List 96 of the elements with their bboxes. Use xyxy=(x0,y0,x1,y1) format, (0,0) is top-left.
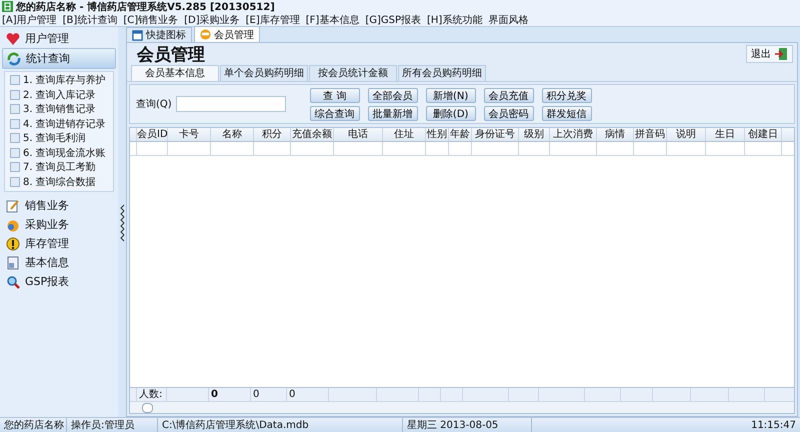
menu-item[interactable]: [A]用户管理 xyxy=(2,12,57,26)
column-header[interactable]: 积分 xyxy=(254,128,291,141)
sub-tab[interactable]: 按会员统计金额 xyxy=(309,65,397,81)
menu-item[interactable]: [G]GSP报表 xyxy=(365,12,422,26)
column-header[interactable]: 会员ID xyxy=(137,128,168,141)
column-header[interactable]: 充值余额 xyxy=(291,128,334,141)
column-header[interactable]: 电话 xyxy=(334,128,383,141)
sidebar-item[interactable]: 3. 查询销售记录 xyxy=(23,102,96,116)
window-title: 您的药店名称 - 博信药店管理系统V5.285 [20130512] xyxy=(16,0,275,14)
document-tab[interactable]: 会员管理 xyxy=(194,26,260,42)
action-button[interactable]: 新增(N) xyxy=(426,88,476,102)
status-text: 星期三 2013-08-05 xyxy=(403,418,532,432)
menu-item[interactable]: [C]销售业务 xyxy=(123,12,178,26)
query-field[interactable] xyxy=(176,96,286,112)
sidebar-section[interactable]: 采购业务 xyxy=(2,215,116,234)
column-header[interactable]: 名称 xyxy=(211,128,254,141)
checkbox-icon xyxy=(10,104,20,114)
menu-item[interactable]: [H]系统功能 xyxy=(427,12,482,26)
column-header[interactable]: 身份证号 xyxy=(472,128,519,141)
status-text: 您的药店名称 xyxy=(0,418,67,432)
column-header[interactable]: 病情 xyxy=(597,128,634,141)
column-header[interactable]: 年龄 xyxy=(449,128,472,141)
menu-item[interactable]: [D]采购业务 xyxy=(184,12,240,26)
section-label: 统计查询 xyxy=(26,51,70,66)
column-header[interactable]: 住址 xyxy=(383,128,426,141)
section-icon xyxy=(6,236,20,250)
status-text: 操作员:管理员 xyxy=(67,418,158,432)
scroll-thumb[interactable] xyxy=(142,402,153,412)
action-button[interactable]: 全部会员 xyxy=(368,88,418,102)
action-button[interactable]: 删除(D) xyxy=(426,106,476,120)
page-title: 会员管理 xyxy=(137,44,205,66)
section-icon xyxy=(6,198,20,212)
action-button[interactable]: 群发短信 xyxy=(542,106,592,120)
status-text: 11:15:47 xyxy=(750,420,797,430)
sidebar-item[interactable]: 8. 查询综合数据 xyxy=(23,174,96,189)
column-header[interactable]: 卡号 xyxy=(168,128,211,141)
checkbox-icon xyxy=(10,148,20,158)
sidebar-section[interactable]: 销售业务 xyxy=(2,196,116,215)
section-label: GSP报表 xyxy=(25,274,70,289)
action-button[interactable]: 会员密码 xyxy=(484,106,534,120)
action-button[interactable]: 会员充值 xyxy=(484,88,534,102)
section-label: 销售业务 xyxy=(25,198,69,213)
checkbox-icon xyxy=(10,118,20,129)
section-label: 用户管理 xyxy=(25,31,69,46)
menu-item[interactable]: [F]基本信息 xyxy=(306,12,360,26)
section-label: 库存管理 xyxy=(25,236,69,251)
collapse-arrows-icon xyxy=(120,202,124,242)
checkbox-icon xyxy=(10,162,20,172)
sidebar-section[interactable]: 基本信息 xyxy=(2,253,116,272)
action-button[interactable]: 批量新增 xyxy=(368,106,418,120)
column-header[interactable]: 生日 xyxy=(706,128,745,141)
sub-tab[interactable]: 会员基本信息 xyxy=(131,65,219,81)
section-icon xyxy=(6,274,20,288)
section-icon xyxy=(6,32,20,46)
window-icon xyxy=(132,30,143,40)
sidebar-item[interactable]: 1. 查询库存与养护 xyxy=(23,73,106,88)
sidebar-section[interactable]: 用户管理 xyxy=(2,29,116,48)
column-header[interactable]: 拼音码 xyxy=(634,128,667,141)
checkbox-icon xyxy=(10,75,20,86)
column-header[interactable]: 说明 xyxy=(667,128,706,141)
sub-tab[interactable]: 所有会员购药明细 xyxy=(398,65,486,81)
action-button[interactable]: 查 询 xyxy=(310,88,360,102)
person-icon xyxy=(200,29,211,40)
sidebar-item[interactable]: 2. 查询入库记录 xyxy=(23,88,96,102)
menu-item[interactable]: [B]统计查询 xyxy=(62,12,118,26)
column-header[interactable]: 级别 xyxy=(519,128,550,141)
column-header[interactable]: 创建日 xyxy=(745,128,782,141)
sidebar-item[interactable]: 7. 查询员工考勤 xyxy=(23,160,96,174)
sidebar-item[interactable]: 4. 查询进销存记录 xyxy=(23,116,106,131)
app-icon xyxy=(2,1,13,12)
checkbox-icon xyxy=(10,90,20,100)
query-label: 查询(Q) xyxy=(136,98,172,111)
exit-button[interactable]: 退出 xyxy=(746,45,793,63)
checkbox-icon xyxy=(10,133,20,144)
column-header[interactable]: 上次消费 xyxy=(550,128,597,141)
section-icon xyxy=(6,256,20,270)
sidebar-section[interactable]: GSP报表 xyxy=(2,272,116,291)
action-button[interactable]: 积分兑奖 xyxy=(542,88,592,102)
section-label: 采购业务 xyxy=(25,217,69,232)
column-header[interactable]: 性别 xyxy=(426,128,449,141)
sidebar-item[interactable]: 6. 查询现金流水账 xyxy=(23,146,106,160)
checkbox-icon xyxy=(10,176,20,187)
sidebar-item[interactable]: 5. 查询毛利润 xyxy=(23,131,86,146)
menu-item[interactable]: [E]库存管理 xyxy=(246,12,300,26)
menu-item[interactable]: 界面风格 xyxy=(488,12,528,26)
section-icon xyxy=(7,52,21,66)
document-tab[interactable]: 快捷图标 xyxy=(126,27,192,42)
section-label: 基本信息 xyxy=(25,255,69,270)
sub-tab[interactable]: 单个会员购药明细 xyxy=(220,65,308,81)
horizontal-scrollbar[interactable] xyxy=(130,401,794,413)
sidebar-section[interactable]: 统计查询 xyxy=(2,48,116,69)
section-icon xyxy=(6,218,20,232)
status-text: C:\博信药店管理系统\Data.mdb xyxy=(158,418,403,432)
exit-door-icon xyxy=(774,47,788,61)
action-button[interactable]: 综合查询 xyxy=(310,106,360,120)
sidebar-section[interactable]: 库存管理 xyxy=(2,234,116,253)
